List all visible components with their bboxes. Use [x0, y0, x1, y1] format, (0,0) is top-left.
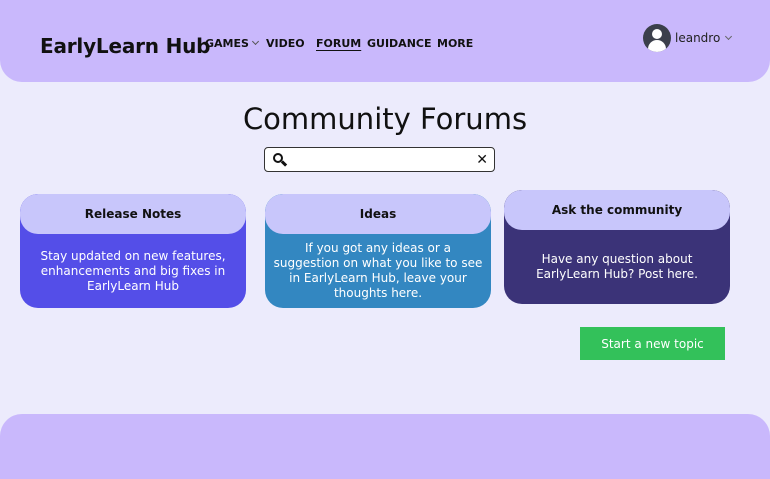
search-icon	[273, 153, 288, 167]
nav-games-label: GAMES	[205, 37, 249, 50]
card-title: Release Notes	[20, 194, 246, 234]
card-title: Ask the community	[504, 190, 730, 230]
forum-search: ✕	[264, 147, 495, 172]
chevron-down-icon	[725, 32, 733, 40]
card-description: Have any question about EarlyLearn Hub? …	[536, 252, 698, 281]
username: leandro	[675, 31, 721, 45]
card-title: Ideas	[265, 194, 491, 234]
footer	[0, 414, 770, 479]
top-header: EarlyLearn Hub GAMES VIDEO FORUM GUIDANC…	[0, 0, 770, 82]
start-new-topic-button[interactable]: Start a new topic	[580, 327, 725, 360]
nav-games[interactable]: GAMES	[205, 37, 259, 50]
search-input[interactable]	[293, 151, 473, 169]
card-ask-community[interactable]: Ask the community Have any question abou…	[504, 190, 730, 304]
user-menu[interactable]: leandro	[643, 24, 733, 52]
card-ideas[interactable]: Ideas If you got any ideas or a suggesti…	[265, 194, 491, 308]
close-icon[interactable]: ✕	[476, 151, 488, 169]
avatar	[643, 24, 671, 52]
card-description: If you got any ideas or a suggestion on …	[273, 241, 483, 300]
page-title: Community Forums	[242, 102, 528, 136]
card-description: Stay updated on new features, enhancemen…	[40, 248, 226, 293]
site-logo[interactable]: EarlyLearn Hub	[40, 34, 210, 58]
nav-more[interactable]: MORE	[437, 37, 473, 50]
card-release-notes[interactable]: Release Notes Stay updated on new featur…	[20, 194, 246, 308]
chevron-down-icon	[251, 37, 259, 46]
nav-guidance[interactable]: GUIDANCE	[367, 37, 432, 50]
nav-forum[interactable]: FORUM	[316, 37, 361, 50]
nav-video[interactable]: VIDEO	[266, 37, 305, 50]
